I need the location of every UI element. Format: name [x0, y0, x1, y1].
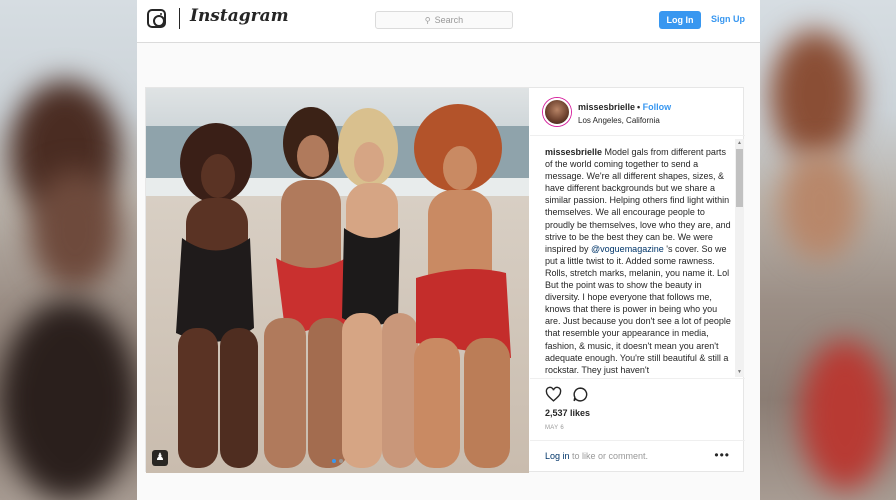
- scroll-up-icon[interactable]: ▲: [735, 139, 744, 148]
- search-input[interactable]: ⚲ Search: [375, 11, 513, 29]
- post-actions: [545, 386, 589, 403]
- post-card: ♟ missesbrielle • Follow Los Angeles, Ca…: [145, 87, 745, 473]
- caption-scrollbar[interactable]: ▲ ▼: [735, 139, 744, 377]
- avatar[interactable]: [543, 98, 571, 126]
- blurred-background-left: [0, 0, 137, 500]
- post-location[interactable]: Los Angeles, California: [578, 116, 660, 125]
- search-icon: ⚲: [424, 15, 431, 25]
- caption-part1: Model gals from different parts of the w…: [545, 147, 731, 254]
- caption-part2: 's cover. So we put a little twist to it…: [545, 243, 731, 375]
- login-button[interactable]: Log In: [659, 11, 701, 29]
- user-tag-icon[interactable]: ♟: [152, 450, 168, 466]
- comment-prompt-rest: to like or comment.: [569, 451, 649, 461]
- caption-username[interactable]: missesbrielle: [545, 147, 602, 157]
- caption-scroll-area[interactable]: missesbrielle Model gals from different …: [530, 137, 745, 379]
- carousel-indicator: [332, 459, 343, 463]
- more-options-icon[interactable]: •••: [714, 449, 730, 461]
- scroll-down-icon[interactable]: ▼: [735, 368, 744, 377]
- post-sidebar: missesbrielle • Follow Los Angeles, Cali…: [530, 88, 745, 473]
- signup-link[interactable]: Sign Up: [711, 14, 745, 24]
- heart-icon[interactable]: [545, 386, 562, 403]
- carousel-dot-active[interactable]: [332, 459, 336, 463]
- beach-photo-illustration: [146, 88, 529, 473]
- blurred-background-right: [760, 0, 896, 500]
- caption-text: missesbrielle Model gals from different …: [545, 146, 732, 376]
- nav-divider: [179, 8, 180, 29]
- instagram-wordmark[interactable]: Instagram: [190, 6, 289, 26]
- post-username[interactable]: missesbrielle: [578, 102, 635, 112]
- post-date[interactable]: MAY 6: [545, 425, 564, 431]
- carousel-dot[interactable]: [339, 459, 343, 463]
- top-navigation: Instagram ⚲ Search Log In Sign Up: [137, 0, 760, 43]
- post-photo[interactable]: ♟: [146, 88, 529, 473]
- search-placeholder: Search: [434, 15, 464, 25]
- comment-login-link[interactable]: Log in: [545, 451, 570, 461]
- scroll-thumb[interactable]: [736, 149, 743, 207]
- caption-mention[interactable]: @voguemagazine: [591, 244, 664, 254]
- comment-login-prompt: Log in to like or comment. •••: [530, 440, 745, 473]
- instagram-camera-icon[interactable]: [147, 9, 166, 28]
- instagram-page: Instagram ⚲ Search Log In Sign Up ♟ miss…: [137, 0, 760, 500]
- post-header: missesbrielle • Follow Los Angeles, Cali…: [530, 88, 745, 136]
- follow-link[interactable]: • Follow: [637, 102, 671, 112]
- comment-icon[interactable]: [572, 386, 589, 403]
- follow-label[interactable]: Follow: [643, 102, 672, 112]
- likes-count[interactable]: 2,537 likes: [545, 408, 590, 418]
- follow-separator: •: [637, 102, 641, 112]
- comment-prompt-text: Log in to like or comment.: [545, 451, 648, 461]
